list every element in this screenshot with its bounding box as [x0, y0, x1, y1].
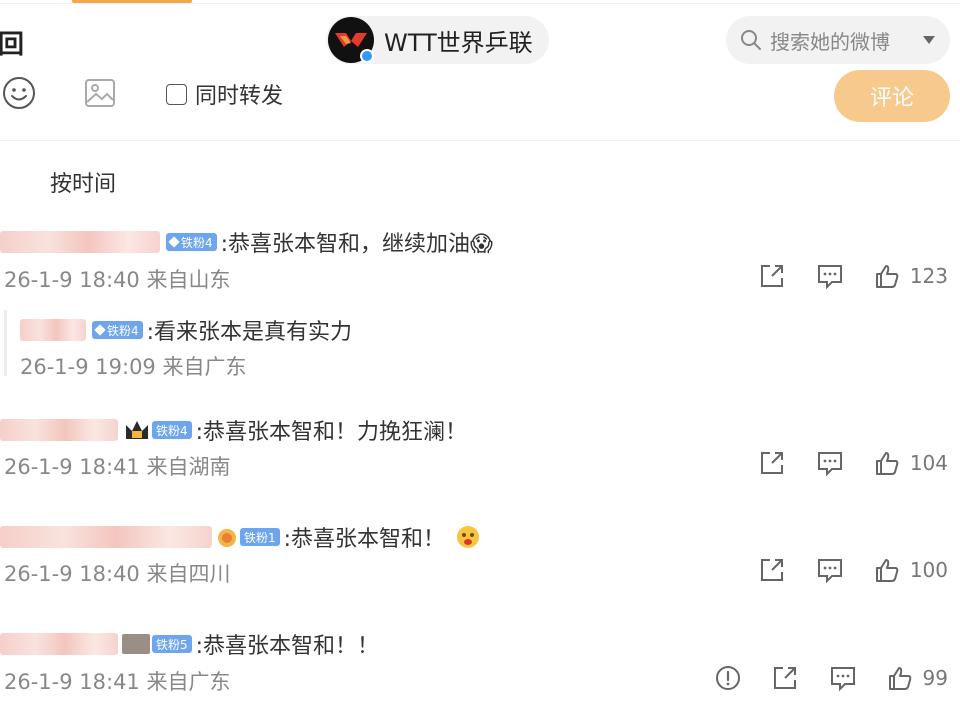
comment-actions: 123	[728, 262, 948, 290]
comment-text: :恭喜张本智和！力挽狂澜！	[195, 420, 468, 445]
fan-badge: 铁粉5	[152, 635, 192, 653]
reply-text: :看来张本是真有实力	[146, 320, 353, 345]
comment-line: 铁粉4 :恭喜张本智和！力挽狂澜！	[0, 414, 467, 446]
page-title: 回	[0, 30, 25, 60]
account-name[interactable]: WTT世界乒联	[384, 23, 533, 58]
thumbs-up-icon	[875, 559, 899, 582]
reply-indent-bar	[4, 310, 7, 376]
like-count: 100	[909, 558, 948, 582]
share-icon	[760, 559, 783, 581]
blurred-username[interactable]	[0, 231, 160, 253]
comment-line: 铁粉1 :恭喜张本智和！	[0, 521, 481, 553]
reply-button[interactable]	[816, 449, 844, 477]
comment-meta: 26-1-9 18:40 来自山东	[4, 268, 231, 292]
comment-meta: 26-1-9 18:41 来自湖南	[4, 455, 231, 479]
thumbs-up-icon	[888, 667, 911, 690]
share-button[interactable]	[758, 556, 786, 584]
warning-icon	[715, 666, 740, 690]
fan-badge: 铁粉1	[240, 528, 280, 546]
search-icon	[741, 30, 761, 50]
comment-icon	[817, 452, 842, 477]
like-count: 104	[909, 451, 948, 475]
share-icon	[760, 265, 783, 287]
like-button[interactable]: 123	[874, 263, 948, 289]
comment-icon	[817, 559, 842, 584]
comment-meta: 26-1-9 18:41 来自广东	[4, 670, 231, 694]
repost-checkbox[interactable]	[166, 83, 187, 105]
like-button[interactable]: 99	[887, 665, 948, 691]
search-input[interactable]: 搜索她的微博	[726, 16, 950, 64]
comment-icon	[817, 265, 842, 290]
like-button[interactable]: 100	[874, 557, 948, 583]
smile-icon	[3, 77, 35, 109]
verified-badge-icon	[360, 49, 374, 63]
share-button[interactable]	[758, 449, 786, 477]
comment-meta: 26-1-9 18:40 来自四川	[4, 562, 231, 586]
reply-line: 铁粉4 :看来张本是真有实力	[20, 314, 352, 346]
like-count: 123	[909, 264, 948, 288]
image-icon	[85, 79, 115, 107]
share-button[interactable]	[758, 262, 786, 290]
repost-toggle[interactable]: 同时转发	[166, 78, 283, 110]
share-button[interactable]	[771, 664, 799, 692]
sort-by-time[interactable]: 按时间	[50, 166, 116, 198]
like-count: 99	[922, 666, 948, 690]
blurred-username[interactable]	[20, 319, 86, 341]
emoji-icon	[457, 526, 480, 548]
avatar-thumbnail	[122, 634, 150, 654]
fan-badge: 铁粉4	[166, 233, 217, 251]
search-placeholder: 搜索她的微博	[770, 29, 890, 54]
comment-actions: 99	[685, 664, 948, 692]
crown-icon	[126, 421, 148, 439]
comment-actions: 100	[728, 556, 948, 584]
share-icon	[773, 667, 796, 689]
comment-text: :恭喜张本智和，继续加油😱	[220, 232, 493, 257]
thumbs-up-icon	[875, 265, 899, 288]
fan-badge: 铁粉4	[92, 321, 143, 339]
comment-line: 铁粉4 :恭喜张本智和，继续加油😱	[0, 226, 493, 258]
reply-button[interactable]	[829, 664, 857, 692]
comment-icon	[830, 667, 855, 692]
blurred-username[interactable]	[0, 633, 118, 655]
comment-actions: 104	[728, 449, 948, 477]
caret-down-icon[interactable]	[922, 35, 936, 45]
report-button[interactable]	[715, 665, 741, 691]
share-icon	[760, 452, 783, 474]
fan-badge: 铁粉4	[152, 421, 192, 439]
emoji-button[interactable]	[2, 76, 36, 110]
top-divider	[0, 3, 960, 4]
repost-label: 同时转发	[195, 84, 284, 109]
section-divider	[0, 140, 960, 141]
blurred-username[interactable]	[0, 419, 118, 441]
comment-text: :恭喜张本智和！	[283, 527, 446, 552]
comment-line: 铁粉5 :恭喜张本智和！！	[0, 628, 379, 660]
like-button[interactable]: 104	[874, 450, 948, 476]
comment-submit-button[interactable]: 评论	[834, 70, 950, 122]
reply-meta: 26-1-9 19:09 来自广东	[20, 355, 247, 379]
wtt-logo-icon	[335, 33, 367, 47]
thumbs-up-icon	[875, 452, 899, 475]
blurred-username[interactable]	[0, 526, 212, 548]
reply-button[interactable]	[816, 556, 844, 584]
medal-icon	[218, 529, 236, 547]
image-upload-button[interactable]	[84, 77, 116, 109]
comment-text: :恭喜张本智和！！	[195, 634, 380, 659]
reply-button[interactable]	[816, 262, 844, 290]
account-chip[interactable]: WTT世界乒联	[326, 16, 549, 64]
avatar[interactable]	[328, 17, 374, 63]
